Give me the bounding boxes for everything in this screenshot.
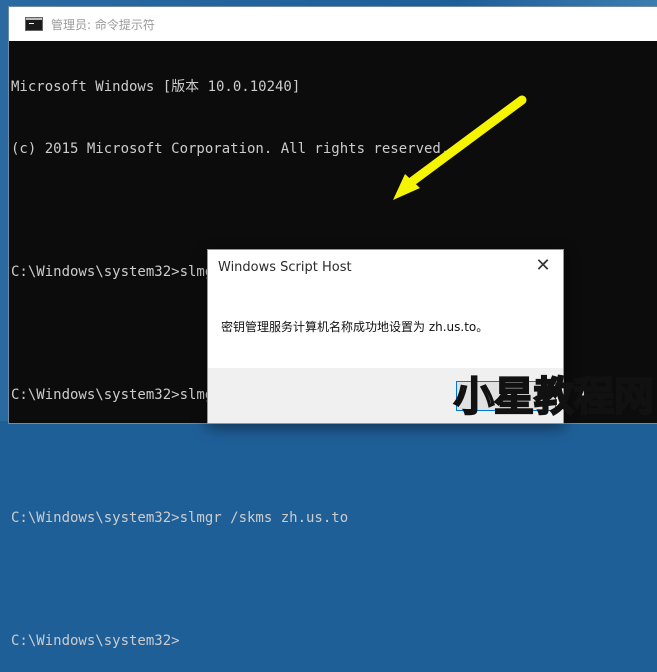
- window-title: 管理员: 命令提示符: [51, 17, 155, 32]
- close-icon[interactable]: ✕: [531, 254, 555, 278]
- dialog-title: Windows Script Host: [218, 260, 352, 275]
- cmd-icon: [25, 17, 43, 31]
- console-line: (c) 2015 Microsoft Corporation. All righ…: [11, 140, 450, 157]
- dialog-message: 密钥管理服务计算机名称成功地设置为 zh.us.to。: [221, 320, 489, 334]
- console-line: Microsoft Windows [版本 10.0.10240]: [11, 79, 301, 95]
- console-line: C:\Windows\system32>slmgr /skms zh.us.to: [11, 509, 349, 526]
- console-prompt-line: C:\Windows\system32>: [11, 632, 180, 649]
- watermark-logo: 小星教程网: [453, 374, 655, 420]
